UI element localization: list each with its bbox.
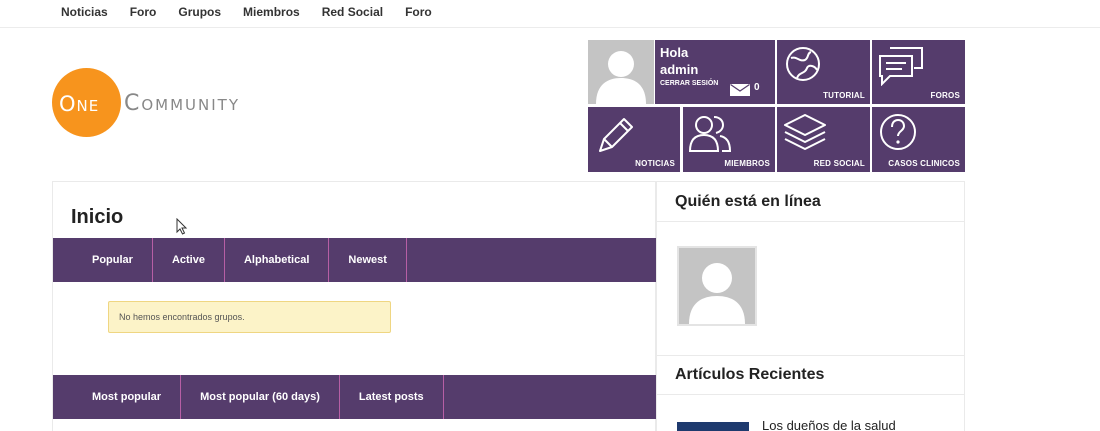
- nav-item-miembros[interactable]: Miembros: [243, 5, 300, 19]
- tab-popular[interactable]: Popular: [73, 238, 153, 282]
- user-greeting: Hola: [660, 45, 689, 60]
- globe-icon: [786, 47, 820, 81]
- question-circle-icon: [880, 114, 916, 150]
- user-avatar[interactable]: [588, 40, 654, 104]
- tile-noticias-label: NOTICIAS: [635, 159, 675, 168]
- online-widget-title: Quién está en línea: [675, 193, 821, 210]
- article-thumbnail[interactable]: [677, 422, 749, 431]
- user-panel: Hola admin CERRAR SESIÓN 0: [655, 40, 775, 104]
- tab-newest[interactable]: Newest: [329, 238, 407, 282]
- mail-icon[interactable]: [730, 84, 750, 96]
- tile-tutorial-label: TUTORIAL: [823, 91, 865, 100]
- tile-foros-label: FOROS: [930, 91, 960, 100]
- chat-bubbles-icon: [879, 47, 923, 86]
- tile-miembros[interactable]: MIEMBROS: [683, 107, 775, 172]
- group-tabs: Popular Active Alphabetical Newest: [53, 238, 657, 282]
- logo-circle: One: [52, 67, 121, 137]
- tab-most-popular-60-days[interactable]: Most popular (60 days): [181, 375, 340, 419]
- tile-miembros-label: MIEMBROS: [724, 159, 770, 168]
- nav-item-foro[interactable]: Foro: [130, 5, 157, 19]
- page-title: Inicio: [71, 206, 124, 228]
- tile-tutorial[interactable]: TUTORIAL: [777, 40, 870, 104]
- main-content: Inicio Popular Active Alphabetical Newes…: [52, 181, 657, 431]
- tile-casos-clinicos-label: CASOS CLINICOS: [888, 159, 960, 168]
- tile-noticias[interactable]: NOTICIAS: [588, 107, 680, 172]
- tile-foros[interactable]: FOROS: [872, 40, 965, 104]
- pencil-icon: [599, 118, 633, 152]
- logo-community-text: Community: [124, 91, 241, 116]
- user-silhouette-icon: [596, 51, 646, 104]
- article-link[interactable]: Los dueños de la salud: [762, 418, 896, 431]
- nav-item-red-social[interactable]: Red Social: [322, 5, 383, 19]
- nav-item-noticias[interactable]: Noticias: [61, 5, 108, 19]
- user-silhouette-icon: [689, 263, 745, 324]
- tab-alphabetical[interactable]: Alphabetical: [225, 238, 330, 282]
- mouse-cursor-icon: [176, 218, 188, 235]
- nav-item-grupos[interactable]: Grupos: [178, 5, 221, 19]
- sidebar: Quién está en línea Artículos Recientes …: [656, 181, 965, 431]
- tile-casos-clinicos[interactable]: CASOS CLINICOS: [872, 107, 965, 172]
- tile-red-social-label: RED SOCIAL: [813, 159, 865, 168]
- top-navigation: Noticias Foro Grupos Miembros Red Social…: [0, 0, 1100, 28]
- logout-link[interactable]: CERRAR SESIÓN: [660, 80, 718, 87]
- logo-one-text: One: [59, 91, 100, 116]
- tab-most-popular[interactable]: Most popular: [73, 375, 182, 419]
- site-logo[interactable]: One Community: [52, 67, 238, 137]
- nav-item-foro-2[interactable]: Foro: [405, 5, 432, 19]
- recent-articles-title: Artículos Recientes: [675, 366, 825, 383]
- forum-tabs: Most popular Most popular (60 days) Late…: [53, 375, 657, 419]
- online-user-avatar[interactable]: [677, 246, 757, 326]
- message-count: 0: [754, 82, 760, 93]
- tab-latest-posts[interactable]: Latest posts: [340, 375, 444, 419]
- tab-active[interactable]: Active: [153, 238, 225, 282]
- divider: [657, 221, 964, 222]
- divider: [657, 394, 964, 395]
- user-name: admin: [660, 62, 699, 77]
- tile-red-social[interactable]: RED SOCIAL: [777, 107, 870, 172]
- divider: [657, 355, 964, 356]
- users-icon: [688, 116, 732, 152]
- layers-icon: [784, 114, 826, 150]
- no-groups-notice: No hemos encontrados grupos.: [108, 301, 391, 333]
